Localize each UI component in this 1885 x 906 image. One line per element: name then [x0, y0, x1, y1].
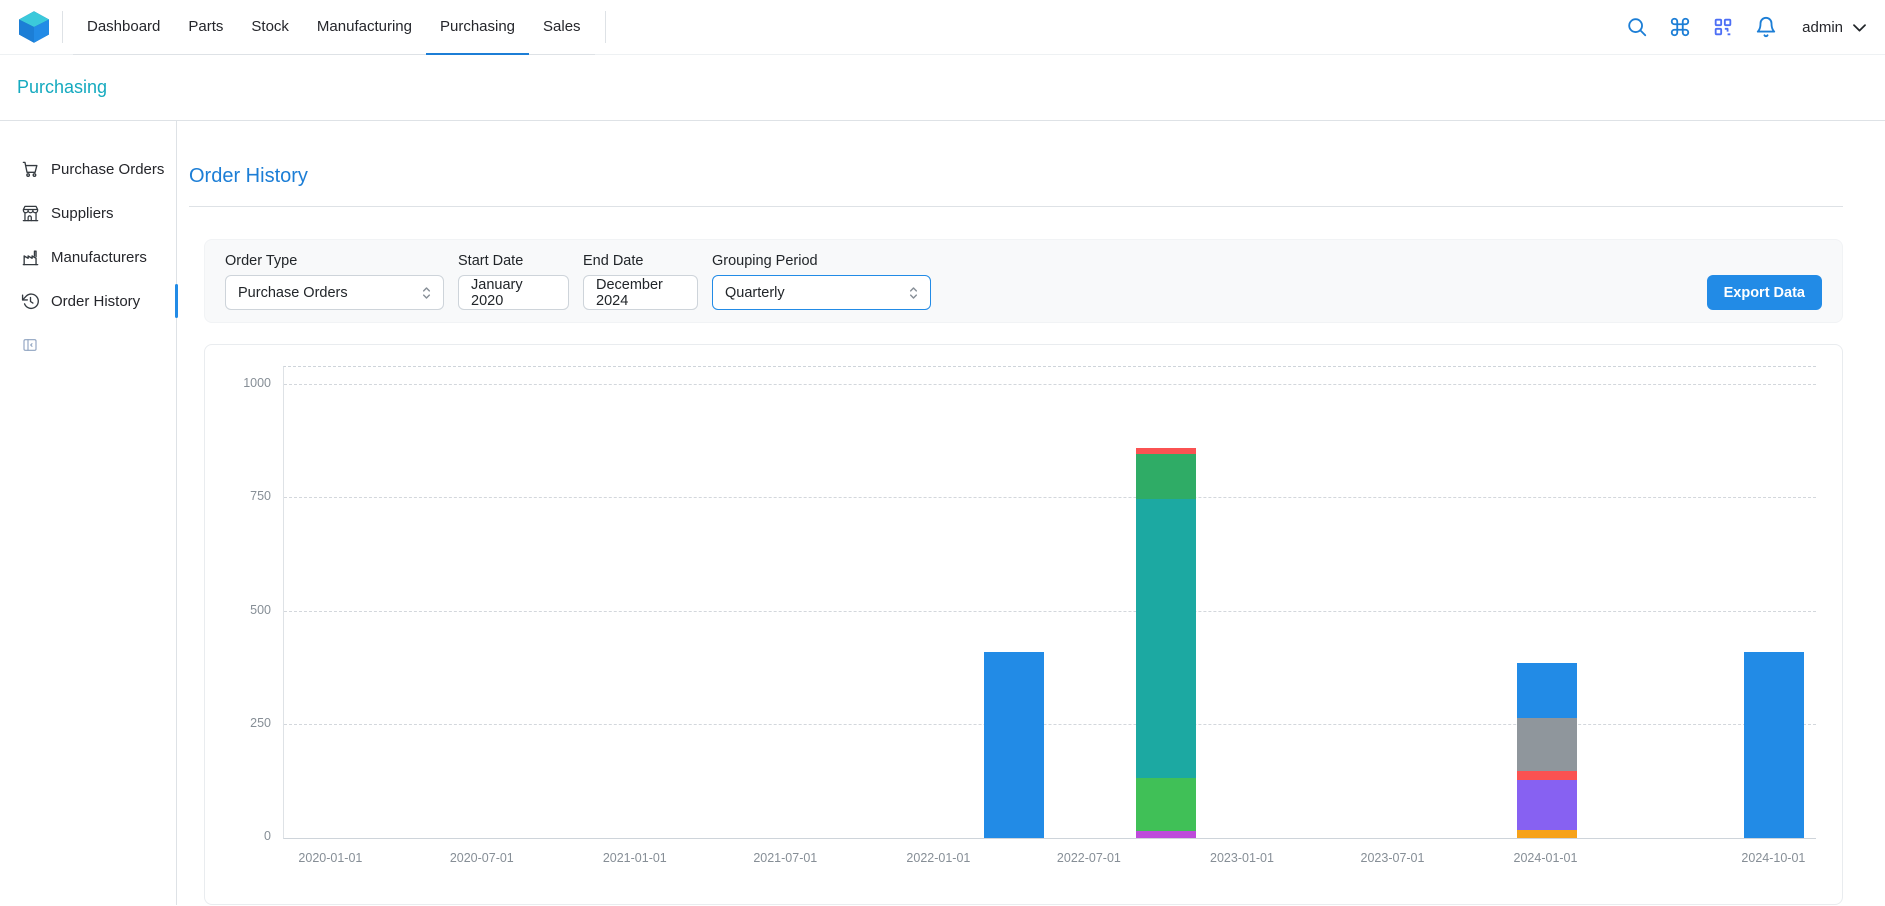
bar-segment[interactable] [1517, 830, 1577, 838]
main-panel: Order History Order Type Purchase Orders… [177, 121, 1885, 905]
x-axis-tick-label: 2022-01-01 [906, 851, 970, 865]
x-axis-tick-label: 2021-01-01 [603, 851, 667, 865]
building-store-icon [21, 204, 40, 223]
bar-segment[interactable] [984, 652, 1044, 838]
page-content: Purchase Orders Suppliers Manufacturers Ord… [0, 121, 1885, 905]
export-data-button[interactable]: Export Data [1707, 275, 1822, 310]
barcode-scan-icon[interactable] [1712, 16, 1734, 38]
search-icon[interactable] [1626, 16, 1648, 38]
x-axis-tick-label: 2024-01-01 [1514, 851, 1578, 865]
bar-segment[interactable] [1517, 663, 1577, 717]
order-history-chart: 0 250 500 750 1000 2020-01-01 2020-07-01 2021-0… [204, 344, 1843, 905]
nav-tabs: DashboardPartsStockManufacturingPurchasi… [73, 0, 595, 55]
stacked-bar-2024-10-01[interactable] [1744, 367, 1804, 838]
end-date-input[interactable]: December 2024 [583, 275, 698, 310]
y-axis-tick-label: 0 [209, 829, 271, 843]
sidebar-item-purchase-orders[interactable]: Purchase Orders [0, 147, 176, 191]
start-date-field: Start Date January 2020 [458, 253, 569, 310]
y-gridline [284, 611, 1816, 612]
notifications-bell-icon[interactable] [1755, 16, 1777, 38]
breadcrumb-link[interactable]: Purchasing [17, 77, 107, 98]
order-type-label: Order Type [225, 253, 444, 269]
x-axis-tick-label: 2020-01-01 [298, 851, 362, 865]
sidebar-item-suppliers[interactable]: Suppliers [0, 191, 176, 235]
bar-segment[interactable] [1136, 499, 1196, 778]
bar-segment[interactable] [1517, 771, 1577, 780]
history-icon [21, 292, 40, 311]
sidebar-item-label: Manufacturers [51, 249, 147, 266]
start-date-input[interactable]: January 2020 [458, 275, 569, 310]
sidebar-item-label: Order History [51, 293, 140, 310]
nav-divider [605, 11, 606, 43]
grouping-period-select[interactable]: Quarterly [712, 275, 931, 310]
nav-actions: admin [1626, 16, 1869, 38]
selector-icon [905, 284, 922, 301]
tab-dashboard[interactable]: Dashboard [73, 0, 174, 55]
bar-segment[interactable] [1136, 778, 1196, 831]
start-date-label: Start Date [458, 253, 569, 269]
x-axis-tick-label: 2022-07-01 [1057, 851, 1121, 865]
y-gridline [284, 384, 1816, 385]
y-axis-tick-label: 250 [209, 716, 271, 730]
x-axis-tick-label: 2020-07-01 [450, 851, 514, 865]
stacked-bar-2022-04-01[interactable] [984, 367, 1044, 838]
sidebar-item-label: Purchase Orders [51, 161, 164, 178]
sidebar-collapse-icon[interactable] [22, 337, 38, 353]
y-axis-tick-label: 750 [209, 489, 271, 503]
stacked-bar-2024-01-01[interactable] [1517, 367, 1577, 838]
sidebar: Purchase Orders Suppliers Manufacturers Ord… [0, 121, 177, 905]
end-date-field: End Date December 2024 [583, 253, 698, 310]
bar-segment[interactable] [1517, 718, 1577, 771]
x-axis-tick-label: 2023-07-01 [1361, 851, 1425, 865]
bar-segment[interactable] [1136, 454, 1196, 499]
top-nav: DashboardPartsStockManufacturingPurchasi… [0, 0, 1885, 55]
sidebar-item-manufacturers[interactable]: Manufacturers [0, 235, 176, 279]
tab-parts[interactable]: Parts [174, 0, 237, 55]
breadcrumb: Purchasing [0, 55, 1885, 121]
x-axis-tick-label: 2023-01-01 [1210, 851, 1274, 865]
order-type-field: Order Type Purchase Orders [225, 253, 444, 310]
bar-segment[interactable] [1136, 448, 1196, 454]
tab-purchasing[interactable]: Purchasing [426, 0, 529, 55]
tab-stock[interactable]: Stock [237, 0, 303, 55]
x-axis-tick-label: 2021-07-01 [753, 851, 817, 865]
y-gridline [284, 724, 1816, 725]
y-axis-tick-label: 1000 [209, 376, 271, 390]
grouping-period-label: Grouping Period [712, 253, 931, 269]
grouping-period-field: Grouping Period Quarterly [712, 253, 931, 310]
x-axis-tick-label: 2024-10-01 [1741, 851, 1805, 865]
app-logo-icon[interactable] [16, 9, 52, 45]
user-menu[interactable]: admin [1802, 18, 1869, 37]
keyboard-shortcuts-icon[interactable] [1669, 16, 1691, 38]
start-date-value: January 2020 [471, 277, 556, 309]
stacked-bar-2022-10-01[interactable] [1136, 367, 1196, 838]
sidebar-items: Purchase Orders Suppliers Manufacturers Ord… [0, 147, 176, 323]
factory-icon [21, 248, 40, 267]
sidebar-item-label: Suppliers [51, 205, 114, 222]
y-axis-tick-label: 500 [209, 603, 271, 617]
divider [189, 206, 1843, 207]
chevron-down-icon [1850, 18, 1869, 37]
chart-plot [283, 366, 1816, 839]
order-type-value: Purchase Orders [238, 285, 348, 301]
end-date-label: End Date [583, 253, 698, 269]
y-gridline [284, 497, 1816, 498]
page-title: Order History [189, 165, 1843, 188]
sidebar-item-order-history[interactable]: Order History [0, 279, 176, 323]
bar-segment[interactable] [1136, 831, 1196, 838]
bar-segment[interactable] [1517, 780, 1577, 830]
bar-segment[interactable] [1744, 652, 1804, 838]
username: admin [1802, 19, 1843, 36]
order-type-select[interactable]: Purchase Orders [225, 275, 444, 310]
selector-icon [418, 284, 435, 301]
tab-sales[interactable]: Sales [529, 0, 595, 55]
filter-panel: Order Type Purchase Orders Start Date Ja… [204, 239, 1843, 323]
grouping-period-value: Quarterly [725, 285, 785, 301]
end-date-value: December 2024 [596, 277, 685, 309]
tab-manufacturing[interactable]: Manufacturing [303, 0, 426, 55]
nav-divider [62, 11, 63, 43]
shopping-cart-icon [21, 160, 40, 179]
